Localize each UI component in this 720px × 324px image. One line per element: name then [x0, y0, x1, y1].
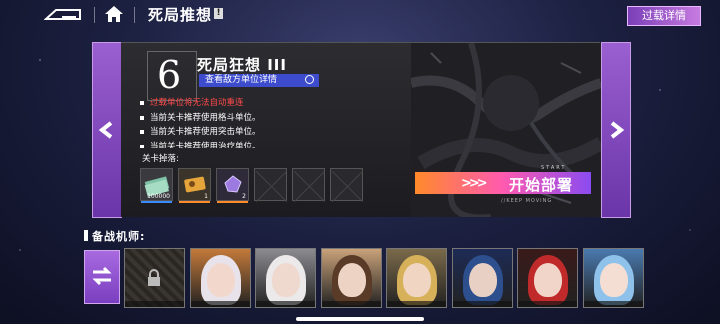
rarity-bar: [217, 201, 248, 203]
info-icon[interactable]: !: [214, 8, 223, 19]
keep-moving-caption: //KEEP MOVING: [501, 198, 553, 204]
stage-panel: 6 死局狂想 III 查看敌方单位详情 过载单位将无法自动重连 当前关卡推荐使用…: [121, 42, 601, 217]
card-footer: [583, 301, 643, 307]
note-recommend-healer: 当前关卡推荐使用治疗单位。: [140, 140, 261, 148]
pilot-portrait: [337, 263, 366, 297]
note-recommend-assault: 当前关卡推荐使用突击单位。: [140, 125, 261, 140]
view-enemy-details-button[interactable]: 查看敌方单位详情: [199, 74, 319, 87]
drop-count: 100000: [147, 193, 170, 200]
start-caption: START: [541, 165, 567, 171]
page-title: 死局推想: [148, 6, 213, 24]
pilot-card[interactable]: [451, 248, 513, 308]
next-stage-button[interactable]: [601, 42, 631, 218]
drop-count: 1: [204, 193, 208, 200]
pilot-card[interactable]: [517, 248, 578, 308]
pilot-card[interactable]: [386, 248, 447, 308]
rarity-bar: [141, 201, 172, 203]
card-footer: [518, 301, 577, 307]
enemy-details-label: 查看敌方单位详情: [205, 75, 278, 85]
drop-slot-empty: [292, 168, 325, 201]
home-icon: [105, 6, 123, 22]
chevron-left-icon: [98, 121, 113, 139]
drop-item-crystal[interactable]: 2: [216, 168, 249, 203]
reserve-pilots-label: 备战机师:: [92, 230, 146, 243]
card-footer: [256, 301, 315, 307]
back-arrow-icon: [43, 9, 81, 20]
section-marker: [84, 230, 88, 241]
drops-label: 关卡掉落:: [142, 154, 179, 164]
pilot-card[interactable]: [255, 248, 316, 308]
drop-item-cash[interactable]: 100000: [140, 168, 173, 203]
stage-name: 死局狂想 III: [197, 56, 287, 74]
divider: [94, 7, 95, 23]
card-footer: [125, 301, 184, 307]
rarity-bar: [179, 201, 210, 203]
locked-pilot-card[interactable]: [124, 248, 185, 308]
pilot-portrait: [403, 263, 431, 297]
pilot-portrait: [272, 263, 300, 297]
previous-stage-button[interactable]: [92, 42, 122, 218]
start-deploy-label: 开始部署: [509, 176, 574, 194]
card-footer: [452, 301, 512, 307]
drop-slot-empty: [330, 168, 363, 201]
note-warning: 过载单位将无法自动重连: [140, 96, 261, 111]
back-button[interactable]: [43, 7, 84, 23]
pilot-card[interactable]: [189, 248, 251, 308]
pilot-portrait: [599, 263, 628, 297]
start-deploy-button[interactable]: >>> 开始部署: [415, 172, 591, 194]
stage-number: 6: [157, 53, 182, 97]
pilot-portrait: [468, 263, 497, 297]
drop-count: 2: [242, 193, 246, 200]
drop-slot-empty: [254, 168, 287, 201]
lock-icon: [148, 269, 160, 286]
card-footer: [321, 301, 381, 307]
drop-item-ticket[interactable]: 1: [178, 168, 211, 203]
card-footer: [190, 301, 250, 307]
divider: [134, 7, 135, 23]
chevrons-icon: >>>: [461, 176, 488, 191]
home-button[interactable]: [104, 5, 124, 23]
top-bar: 死局推想 ! 过载详情: [0, 0, 720, 30]
stage-notes: 过载单位将无法自动重连 当前关卡推荐使用格斗单位。 当前关卡推荐使用突击单位。 …: [140, 96, 261, 148]
pilot-card[interactable]: [582, 248, 644, 308]
search-icon: [305, 75, 314, 84]
swap-icon: [92, 266, 112, 286]
switch-pilots-button[interactable]: [84, 250, 120, 304]
pilot-card[interactable]: [320, 248, 382, 308]
card-footer: [387, 301, 446, 307]
pilot-portrait: [206, 263, 235, 297]
note-recommend-melee: 当前关卡推荐使用格斗单位。: [140, 111, 261, 126]
home-indicator: [296, 317, 424, 321]
pilot-portrait: [534, 263, 562, 297]
chevron-right-icon: [610, 121, 625, 139]
overload-details-button[interactable]: 过载详情: [627, 6, 701, 26]
